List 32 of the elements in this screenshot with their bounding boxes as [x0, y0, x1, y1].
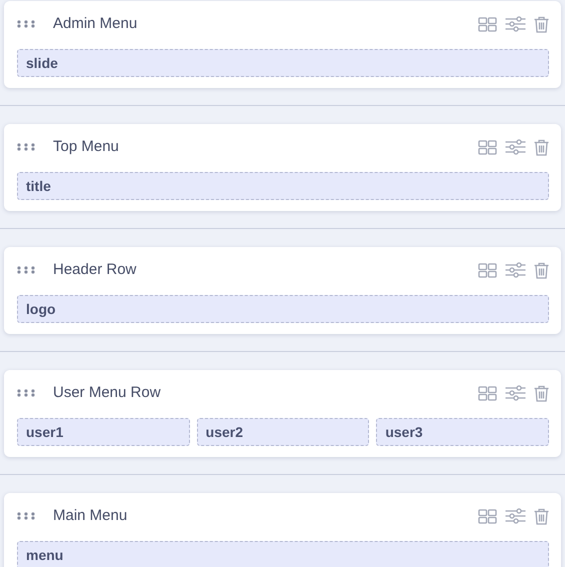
row-title: Top Menu — [53, 136, 119, 157]
drag-handle-icon[interactable] — [17, 266, 37, 274]
drag-handle-icon[interactable] — [17, 143, 37, 151]
settings-icon[interactable] — [505, 385, 526, 401]
row-title: User Menu Row — [53, 382, 161, 403]
grid-icon[interactable] — [478, 140, 497, 154]
settings-icon[interactable] — [505, 262, 526, 278]
position-slot[interactable]: user3 — [376, 418, 550, 446]
position-slot[interactable]: user2 — [196, 418, 370, 446]
drag-handle-icon[interactable] — [17, 20, 37, 28]
position-slot[interactable]: menu — [17, 541, 549, 567]
row-title: Main Menu — [53, 506, 128, 526]
drag-handle-icon[interactable] — [17, 512, 37, 520]
position-slot[interactable]: title — [17, 172, 549, 200]
trash-icon[interactable] — [534, 508, 549, 524]
grid-icon[interactable] — [478, 508, 497, 524]
row-title: Admin Menu — [53, 14, 138, 34]
settings-icon[interactable] — [505, 508, 526, 524]
position-slot[interactable]: logo — [17, 295, 549, 323]
settings-icon[interactable] — [505, 16, 526, 32]
position-slot[interactable]: user1 — [17, 418, 190, 446]
grid-icon[interactable] — [478, 386, 497, 400]
trash-icon[interactable] — [534, 16, 549, 32]
trash-icon[interactable] — [534, 384, 549, 402]
position-slot[interactable]: slide — [17, 49, 549, 77]
grid-icon[interactable] — [478, 16, 497, 32]
drag-handle-icon[interactable] — [17, 389, 37, 397]
trash-icon[interactable] — [534, 138, 549, 156]
trash-icon[interactable] — [534, 262, 549, 278]
grid-icon[interactable] — [478, 262, 497, 278]
settings-icon[interactable] — [505, 139, 526, 155]
row-title: Header Row — [53, 260, 136, 280]
